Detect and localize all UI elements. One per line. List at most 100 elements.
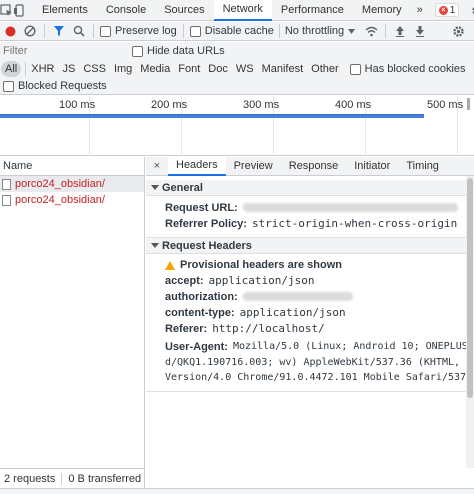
disable-cache-label: Disable cache (204, 25, 274, 37)
tab-console[interactable]: Console (97, 0, 155, 21)
type-filter-ws[interactable]: WS (233, 61, 257, 77)
tab-response[interactable]: Response (281, 157, 347, 176)
timeline-overview[interactable]: 100 ms 200 ms 300 ms 400 ms 500 ms (0, 96, 474, 156)
type-filter-xhr[interactable]: XHR (28, 61, 57, 77)
tab-headers[interactable]: Headers (168, 157, 226, 176)
type-filter-media[interactable]: Media (137, 61, 173, 77)
user-agent-value-line2: d/QKQ1.190716.003; wv) AppleWebKit/537.3… (165, 357, 474, 368)
filter-input[interactable]: Filter (0, 43, 126, 59)
referer-label: Referer: (165, 323, 208, 335)
inspect-element-icon[interactable] (0, 0, 13, 21)
request-list-pane: Name porco24_obsidian/ porco24_obsidian/ (0, 157, 145, 468)
tab-initiator[interactable]: Initiator (346, 157, 398, 176)
device-toolbar-icon[interactable] (13, 0, 25, 21)
separator (93, 24, 94, 38)
record-icon[interactable] (0, 21, 20, 42)
redacted-request-url (242, 203, 458, 212)
more-tabs-button[interactable]: » (411, 0, 429, 21)
timeline-scroll-handle[interactable] (467, 98, 470, 110)
tab-performance[interactable]: Performance (272, 0, 353, 21)
referer-header-row: Referer: http://localhost/ (146, 321, 474, 337)
user-agent-header-row: User-Agent: Mozilla/5.0 (Linux; Android … (146, 339, 474, 355)
tab-preview[interactable]: Preview (226, 157, 281, 176)
scrollbar-thumb[interactable] (467, 178, 473, 398)
type-filter-img[interactable]: Img (111, 61, 135, 77)
authorization-header-row: authorization: (146, 289, 474, 305)
type-filter-other[interactable]: Other (308, 61, 342, 77)
request-row[interactable]: porco24_obsidian/ (0, 176, 144, 192)
type-filter-doc[interactable]: Doc (205, 61, 231, 77)
tab-sources[interactable]: Sources (155, 0, 213, 21)
tab-network[interactable]: Network (213, 0, 272, 21)
name-column-header[interactable]: Name (0, 157, 144, 176)
tab-timing[interactable]: Timing (398, 157, 447, 176)
type-filter-css[interactable]: CSS (80, 61, 109, 77)
clear-icon[interactable] (20, 21, 40, 42)
checkbox-box[interactable] (3, 80, 14, 92)
search-icon[interactable] (69, 21, 89, 42)
separator (61, 472, 63, 485)
user-agent-value-line3: Version/4.0 Chrome/91.0.4472.101 Mobile … (165, 372, 474, 383)
network-conditions-wifi-icon[interactable] (361, 21, 381, 42)
authorization-label: authorization: (165, 291, 238, 303)
request-count: 2 requests (4, 472, 56, 485)
request-url-label: Request URL: (165, 202, 238, 214)
timeline-tick-label: 300 ms (243, 99, 280, 111)
tab-memory[interactable]: Memory (353, 0, 411, 21)
error-count: 1 (449, 4, 456, 16)
timeline-request-bar (0, 114, 424, 118)
referrer-policy-value: strict-origin-when-cross-origin (251, 217, 458, 230)
request-headers-title: Request Headers (162, 239, 252, 252)
separator (25, 62, 27, 76)
filter-row: Filter Hide data URLs (0, 42, 474, 60)
request-headers-section-header[interactable]: Request Headers (146, 238, 474, 254)
type-filter-manifest[interactable]: Manifest (259, 61, 307, 77)
checkbox-box[interactable] (132, 45, 143, 57)
transferred-size: 0 B transferred (68, 472, 142, 485)
checkbox-box[interactable] (189, 25, 201, 37)
content-type-value: application/json (239, 306, 346, 319)
referrer-policy-label: Referrer Policy: (165, 218, 247, 230)
drawer-edge (0, 488, 474, 494)
content-type-label: content-type: (165, 307, 235, 319)
error-count-badge[interactable]: × 1 (434, 3, 460, 17)
timeline-tick-label: 100 ms (59, 99, 96, 111)
network-settings-gear-icon[interactable] (448, 21, 468, 42)
redacted-authorization (242, 292, 353, 301)
tab-elements[interactable]: Elements (33, 0, 97, 21)
request-name: porco24_obsidian/ (15, 178, 105, 190)
warning-icon (165, 260, 175, 270)
provisional-headers-text: Provisional headers are shown (180, 259, 343, 271)
expand-triangle-icon (151, 185, 159, 190)
blocked-requests-row: Blocked Requests (0, 78, 474, 95)
filter-placeholder: Filter (3, 45, 28, 57)
network-status-bar: 2 requests 0 B transferred (0, 468, 145, 488)
throttling-select[interactable]: No throttling (285, 25, 356, 37)
separator (278, 24, 280, 38)
export-har-download-icon[interactable] (410, 21, 430, 42)
import-har-upload-icon[interactable] (390, 21, 410, 42)
checkbox-box[interactable] (349, 63, 361, 75)
user-agent-value-line1: Mozilla/5.0 (Linux; Android 10; ONEPLUS … (232, 341, 474, 352)
disable-cache-checkbox[interactable]: Disable cache (189, 25, 274, 37)
general-section-header[interactable]: General (146, 180, 474, 196)
request-row[interactable]: porco24_obsidian/ (0, 192, 144, 208)
filter-funnel-icon[interactable] (49, 21, 69, 42)
type-filter-all[interactable]: All (1, 61, 22, 77)
detail-tabs: × Headers Preview Response Initiator Tim… (146, 157, 474, 176)
timeline-tick-label: 500 ms (427, 99, 464, 111)
type-filter-font[interactable]: Font (175, 61, 203, 77)
has-blocked-cookies-label: Has blocked cookies (364, 63, 466, 75)
blocked-requests-checkbox[interactable]: Blocked Requests (3, 80, 107, 92)
resource-type-filter-row: All XHR JS CSS Img Media Font Doc WS Man… (0, 60, 474, 78)
request-detail-pane: × Headers Preview Response Initiator Tim… (146, 157, 474, 468)
detail-vertical-scrollbar[interactable] (466, 176, 474, 468)
hide-data-urls-checkbox[interactable]: Hide data URLs (132, 45, 225, 57)
close-icon[interactable]: × (146, 157, 168, 176)
has-blocked-cookies-checkbox[interactable]: Has blocked cookies (349, 63, 466, 75)
checkbox-box[interactable] (100, 25, 111, 37)
type-filter-js[interactable]: JS (59, 61, 78, 77)
separator (182, 24, 184, 38)
document-icon (2, 178, 11, 190)
preserve-log-checkbox[interactable]: Preserve log (100, 25, 177, 37)
